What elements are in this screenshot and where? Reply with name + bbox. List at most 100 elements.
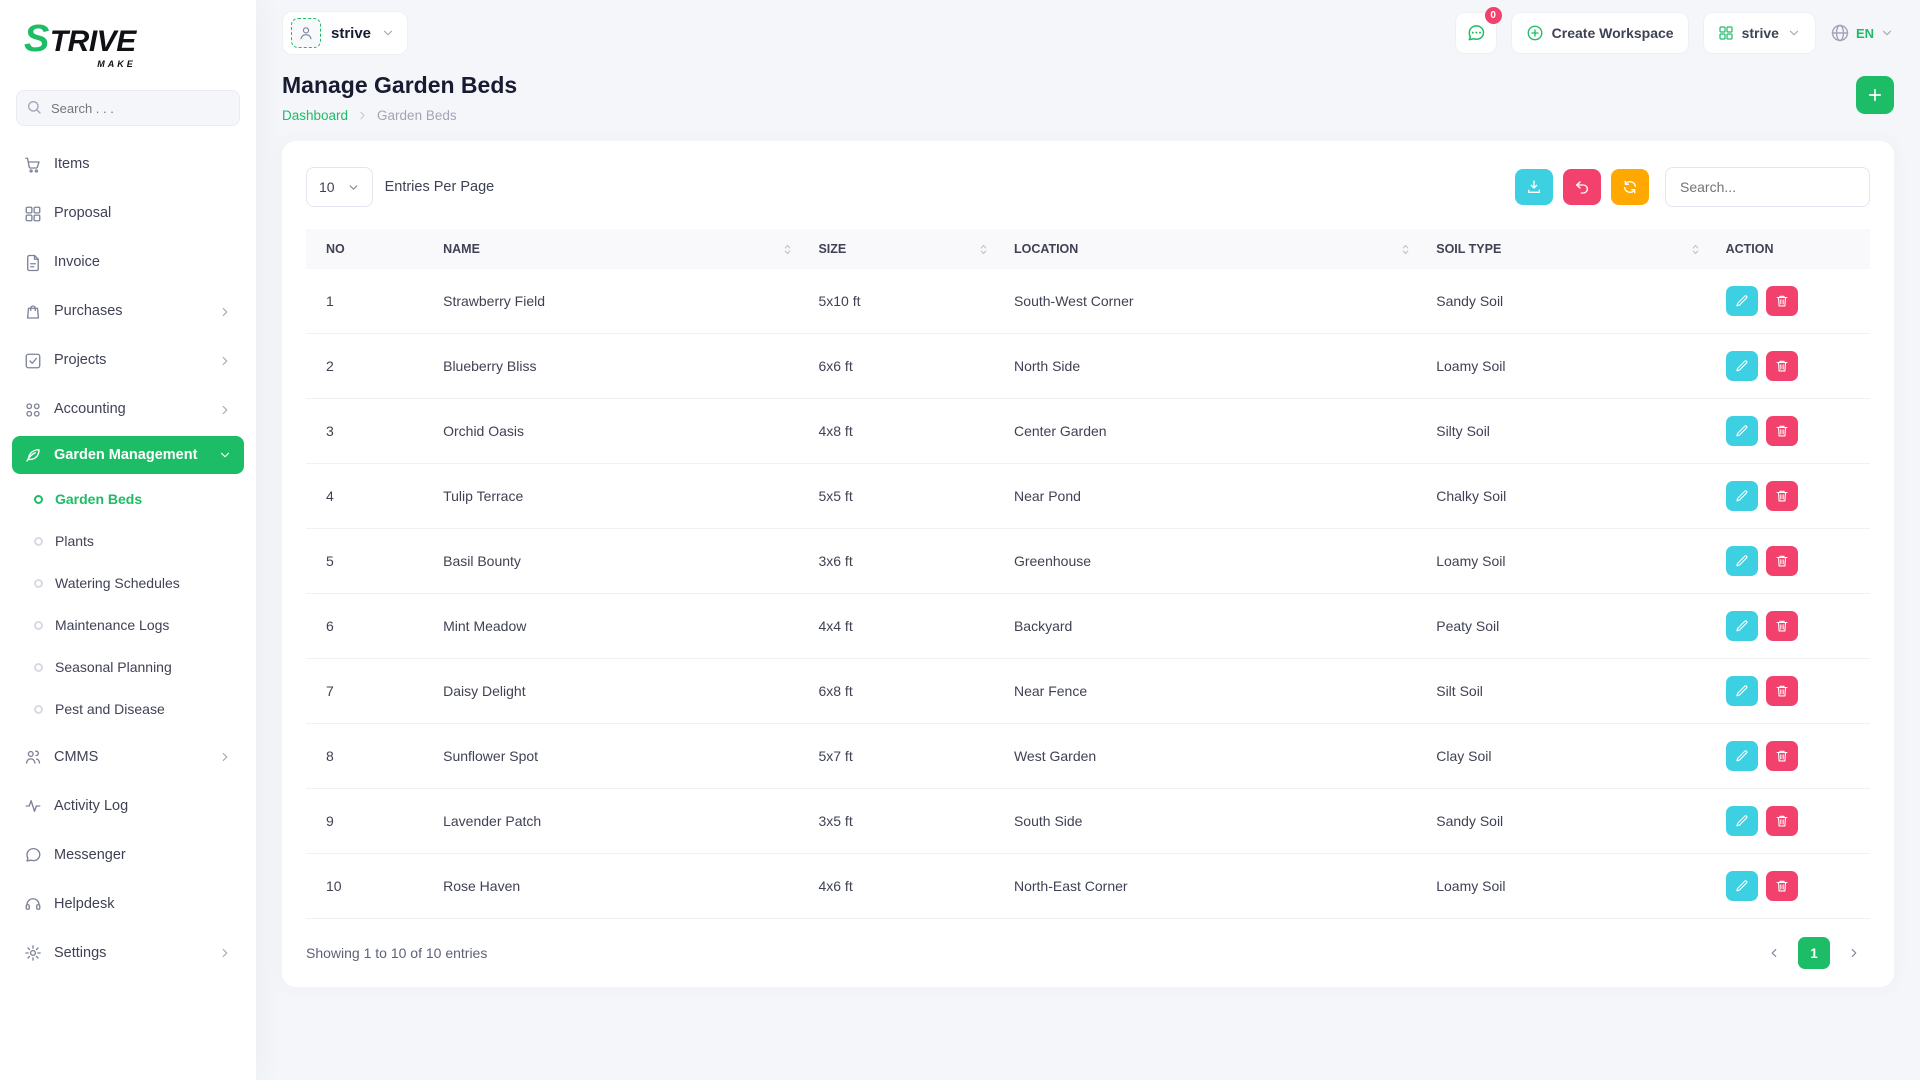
brand-logo[interactable]: STRIVE MAKE [0,0,256,82]
trash-icon [1775,684,1789,698]
edit-button[interactable] [1725,611,1758,641]
sidebar-item-proposal[interactable]: Proposal [12,189,244,238]
edit-button[interactable] [1725,741,1758,771]
table-row: 3 Orchid Oasis 4x8 ft Center Garden Silt… [306,398,1870,464]
cell-location: North-East Corner [1001,853,1425,919]
next-page-button[interactable] [1838,937,1870,969]
organization-selector[interactable]: strive [1702,12,1816,54]
sidebar-item-accounting[interactable]: Accounting [12,385,244,434]
check-square-icon [24,352,42,370]
edit-button[interactable] [1725,546,1758,576]
chevron-right-icon [1847,946,1861,960]
delete-button[interactable] [1765,676,1798,706]
table-row: 7 Daisy Delight 6x8 ft Near Fence Silt S… [306,658,1870,724]
sidebar-item-invoice[interactable]: Invoice [12,238,244,287]
cell-soil: Peaty Soil [1424,593,1714,659]
edit-button[interactable] [1725,351,1758,381]
export-button[interactable] [1515,169,1553,205]
delete-button[interactable] [1765,416,1798,446]
breadcrumb-dashboard-link[interactable]: Dashboard [282,108,348,123]
sort-icon[interactable] [1689,243,1702,256]
sidebar-item-projects[interactable]: Projects [12,336,244,385]
add-garden-bed-button[interactable] [1856,76,1894,114]
cell-name: Blueberry Bliss [431,333,807,399]
sidebar-item-cmms[interactable]: CMMS [12,732,244,781]
refresh-icon [1622,179,1638,195]
sort-icon[interactable] [781,243,794,256]
sidebar-subitem-garden-beds[interactable]: Garden Beds [12,478,244,520]
sidebar-search-input[interactable] [16,90,240,126]
cell-no: 3 [306,398,432,464]
cell-soil: Chalky Soil [1424,463,1714,529]
cell-no: 8 [306,723,432,789]
pencil-icon [1735,879,1749,893]
language-selector[interactable]: EN [1830,23,1894,43]
chevron-down-icon [347,181,360,194]
create-workspace-button[interactable]: Create Workspace [1510,12,1689,54]
sidebar-item-items[interactable]: Items [12,140,244,189]
leaf-icon [24,446,42,464]
sidebar-item-settings[interactable]: Settings [12,928,244,977]
delete-button[interactable] [1765,481,1798,511]
sidebar-item-purchases[interactable]: Purchases [12,287,244,336]
cell-size: 5x7 ft [806,723,1002,789]
headset-icon [24,895,42,913]
sidebar-item-messenger[interactable]: Messenger [12,830,244,879]
sort-icon[interactable] [977,243,990,256]
edit-button[interactable] [1725,676,1758,706]
messages-button[interactable]: 0 [1454,7,1502,54]
column-header-name[interactable]: NAME [431,229,807,269]
edit-button[interactable] [1725,871,1758,901]
sort-icon[interactable] [1399,243,1412,256]
column-header-soil-type[interactable]: SOIL TYPE [1424,229,1714,269]
entries-summary: Showing 1 to 10 of 10 entries [306,945,488,961]
bullet-icon [34,536,43,546]
delete-button[interactable] [1765,546,1798,576]
chevron-right-icon [218,354,232,368]
topbar-actions: 0 Create Workspace strive EN [1454,7,1894,54]
plus-circle-icon [1526,24,1544,42]
column-header-location[interactable]: LOCATION [1001,229,1425,269]
edit-button[interactable] [1725,481,1758,511]
sidebar-subitem-seasonal-planning[interactable]: Seasonal Planning [12,646,244,688]
sidebar-item-garden-management[interactable]: Garden Management [12,436,244,475]
workspace-selector[interactable]: strive [282,11,409,55]
sidebar-subitem-maintenance-logs[interactable]: Maintenance Logs [12,604,244,646]
column-header-size[interactable]: SIZE [806,229,1002,269]
sidebar-subitem-pest-and-disease[interactable]: Pest and Disease [12,688,244,730]
cell-location: Greenhouse [1001,528,1425,594]
delete-button[interactable] [1765,351,1798,381]
sidebar-subitem-plants[interactable]: Plants [12,520,244,562]
delete-button[interactable] [1765,806,1798,836]
undo-icon [1574,179,1590,195]
entries-per-page-select[interactable]: 10 [306,167,373,207]
cell-size: 4x4 ft [806,593,1002,659]
table-search-input[interactable] [1665,167,1870,207]
pencil-icon [1735,619,1749,633]
trash-icon [1775,359,1789,373]
edit-button[interactable] [1725,416,1758,446]
cell-name: Basil Bounty [431,528,807,594]
sidebar-item-activity-log[interactable]: Activity Log [12,781,244,830]
refresh-button[interactable] [1611,169,1649,205]
undo-button[interactable] [1563,169,1601,205]
delete-button[interactable] [1765,741,1798,771]
previous-page-button[interactable] [1758,937,1790,969]
sidebar-subitem-watering-schedules[interactable]: Watering Schedules [12,562,244,604]
edit-button[interactable] [1725,806,1758,836]
delete-button[interactable] [1765,611,1798,641]
delete-button[interactable] [1765,871,1798,901]
table-header-row: NO NAME SIZE LOCATION SOIL TYPE ACTION [306,229,1870,269]
edit-button[interactable] [1725,286,1758,316]
cell-location: Near Fence [1001,658,1425,724]
pencil-icon [1735,749,1749,763]
delete-button[interactable] [1765,286,1798,316]
table-row: 10 Rose Haven 4x6 ft North-East Corner L… [306,853,1870,919]
sidebar-subitem-label: Maintenance Logs [55,617,170,634]
cell-name: Daisy Delight [431,658,807,724]
sidebar-item-helpdesk[interactable]: Helpdesk [12,879,244,928]
page-number-button[interactable]: 1 [1798,937,1830,969]
entries-per-page-value: 10 [319,179,335,195]
organization-name: strive [1741,25,1779,41]
cell-location: North Side [1001,333,1425,399]
